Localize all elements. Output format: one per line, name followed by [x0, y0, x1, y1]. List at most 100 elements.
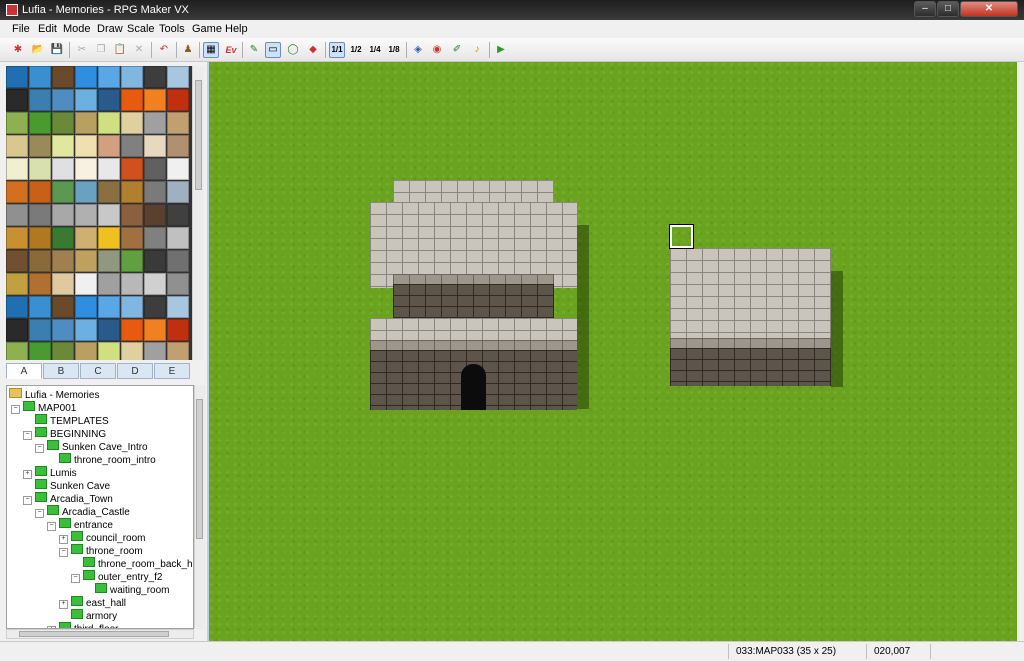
tileset-tile[interactable] — [52, 250, 74, 272]
tileset-tile[interactable] — [75, 296, 97, 318]
tree-item[interactable]: throne_room_intro — [47, 453, 156, 466]
tileset-tile[interactable] — [6, 204, 28, 226]
tileset-tile[interactable] — [52, 89, 74, 111]
tileset-tile[interactable] — [98, 227, 120, 249]
tileset-tile[interactable] — [121, 158, 143, 180]
tileset-tile[interactable] — [121, 227, 143, 249]
tileset-tile[interactable] — [52, 158, 74, 180]
tileset-tile[interactable] — [6, 135, 28, 157]
tree-item[interactable]: − BEGINNING — [23, 427, 106, 440]
tree-item[interactable]: throne_room_back_ha — [71, 557, 193, 570]
delete-icon[interactable]: ✕ — [131, 42, 147, 58]
tileset-tile[interactable] — [52, 319, 74, 341]
tileset-tile[interactable] — [75, 135, 97, 157]
tileset-tile[interactable] — [75, 66, 97, 88]
sound-test-icon[interactable]: ♪ — [469, 42, 485, 58]
tree-item[interactable]: Sunken Cave — [23, 479, 110, 492]
collapse-icon[interactable]: − — [71, 574, 80, 583]
database-icon[interactable]: ◈ — [410, 42, 426, 58]
tree-item[interactable]: +third_floor — [47, 622, 118, 628]
tree-item[interactable]: + Lumis — [23, 466, 77, 479]
maximize-button[interactable]: □ — [937, 1, 959, 17]
tileset-tile[interactable] — [29, 181, 51, 203]
tileset-tile[interactable] — [144, 342, 166, 360]
collapse-icon[interactable]: − — [47, 522, 56, 531]
tileset-tile[interactable] — [144, 135, 166, 157]
collapse-icon[interactable]: − — [23, 431, 32, 440]
tileset-tile[interactable] — [144, 66, 166, 88]
collapse-icon[interactable]: − — [35, 444, 44, 453]
tileset-tile[interactable] — [167, 135, 189, 157]
tileset-tile[interactable] — [121, 89, 143, 111]
rectangle-icon[interactable]: ▭ — [265, 42, 281, 58]
tileset-tile[interactable] — [6, 181, 28, 203]
tree-item[interactable]: waiting_room — [83, 583, 169, 596]
tab-c[interactable]: C — [80, 363, 116, 379]
tab-e[interactable]: E — [154, 363, 190, 379]
tileset-tile[interactable] — [75, 89, 97, 111]
tileset-tile[interactable] — [29, 66, 51, 88]
menu-edit[interactable]: Edit — [38, 23, 57, 35]
tileset-tile[interactable] — [75, 319, 97, 341]
tileset-tile[interactable] — [29, 135, 51, 157]
tileset-tile[interactable] — [98, 204, 120, 226]
tileset-tile[interactable] — [75, 204, 97, 226]
tileset-tile[interactable] — [98, 89, 120, 111]
tree-item[interactable]: − throne_room — [59, 544, 143, 557]
tileset-tile[interactable] — [52, 273, 74, 295]
tree-item[interactable]: − outer_entry_f2 — [71, 570, 163, 583]
tileset-tile[interactable] — [6, 342, 28, 360]
scale-1-8-icon[interactable]: 1/8 — [386, 42, 402, 58]
tileset-palette[interactable] — [6, 66, 192, 360]
tileset-tile[interactable] — [29, 89, 51, 111]
menu-mode[interactable]: Mode — [63, 23, 91, 35]
tileset-tile[interactable] — [29, 319, 51, 341]
tree-item[interactable]: − Arcadia_Town — [23, 492, 113, 505]
tileset-tile[interactable] — [52, 296, 74, 318]
tileset-tile[interactable] — [6, 112, 28, 134]
tileset-tile[interactable] — [98, 66, 120, 88]
tileset-tile[interactable] — [144, 319, 166, 341]
tileset-tile[interactable] — [75, 250, 97, 272]
tileset-tile[interactable] — [167, 204, 189, 226]
open-project-icon[interactable]: 📂 — [30, 42, 46, 58]
tileset-tile[interactable] — [52, 66, 74, 88]
menu-scale[interactable]: Scale — [127, 23, 155, 35]
tileset-tile[interactable] — [167, 89, 189, 111]
collapse-icon[interactable]: − — [59, 548, 68, 557]
event-layer-icon[interactable]: Ev — [223, 42, 239, 58]
tileset-tile[interactable] — [29, 342, 51, 360]
tree-item[interactable]: − MAP001 — [11, 401, 76, 414]
tileset-tile[interactable] — [121, 296, 143, 318]
expand-icon[interactable]: + — [59, 535, 68, 544]
menu-tools[interactable]: Tools — [159, 23, 185, 35]
tileset-tile[interactable] — [52, 112, 74, 134]
undo-icon[interactable]: ↶ — [156, 42, 172, 58]
menu-help[interactable]: Help — [225, 23, 248, 35]
tileset-tile[interactable] — [75, 273, 97, 295]
collapse-icon[interactable]: − — [35, 509, 44, 518]
scale-1-2-icon[interactable]: 1/2 — [348, 42, 364, 58]
menu-game[interactable]: Game — [192, 23, 222, 35]
tileset-tile[interactable] — [167, 319, 189, 341]
save-icon[interactable]: 💾 — [49, 42, 65, 58]
minimize-button[interactable]: – — [914, 1, 936, 17]
tileset-tile[interactable] — [144, 250, 166, 272]
tileset-tile[interactable] — [52, 227, 74, 249]
tileset-tile[interactable] — [121, 250, 143, 272]
tileset-tile[interactable] — [98, 296, 120, 318]
tileset-tile[interactable] — [6, 66, 28, 88]
tileset-tile[interactable] — [52, 342, 74, 360]
tree-scrollbar[interactable] — [194, 385, 205, 629]
tileset-tile[interactable] — [75, 227, 97, 249]
tileset-tile[interactable] — [98, 112, 120, 134]
tileset-tile[interactable] — [52, 135, 74, 157]
tileset-tile[interactable] — [121, 273, 143, 295]
tileset-tile[interactable] — [29, 273, 51, 295]
collapse-icon[interactable]: − — [23, 496, 32, 505]
tileset-tile[interactable] — [52, 181, 74, 203]
tileset-tile[interactable] — [167, 66, 189, 88]
tileset-tile[interactable] — [29, 296, 51, 318]
tileset-tile[interactable] — [167, 250, 189, 272]
tileset-tile[interactable] — [167, 342, 189, 360]
